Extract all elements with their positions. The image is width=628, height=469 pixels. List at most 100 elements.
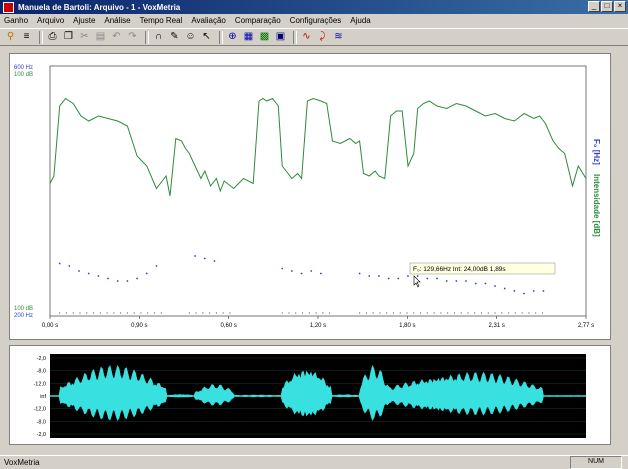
undo-icon[interactable]: ↶ <box>110 31 123 44</box>
status-app-name: VoxMetria <box>4 458 40 467</box>
chart-icon[interactable]: ∿ <box>300 31 313 44</box>
voicing-marker <box>65 312 68 314</box>
left-axis-top-label-1: 600 Hz <box>14 65 33 71</box>
redo-icon[interactable]: ↷ <box>126 31 139 44</box>
f0-point <box>281 267 284 270</box>
status-bar: VoxMetria NUM <box>0 455 628 469</box>
f0-intensity-chart[interactable]: 600 Hz 100 dB 100 dB 200 Hz 0,00 s 0,90 s… <box>10 54 610 339</box>
window-titlebar[interactable]: Manuela de Bartoli: Arquivo - 1 - VoxMet… <box>0 0 628 14</box>
menu-configuracoes[interactable]: Configurações <box>290 16 342 25</box>
paste-icon[interactable]: ▤ <box>94 31 107 44</box>
waveform-y-tick-label: -12,0 <box>33 407 46 413</box>
toolbar-separator <box>219 30 223 44</box>
voicing-marker <box>315 312 317 314</box>
minimize-button[interactable]: _ <box>588 1 600 12</box>
waveform-chart[interactable]: -2,0 -8,0 -12,0 inf -12,0 -8,0 -2,0 <box>10 346 610 444</box>
waveform-panel: -2,0 -8,0 -12,0 inf -12,0 -8,0 -2,0 <box>9 345 611 445</box>
x-tick-label: 1,20 s <box>310 323 326 329</box>
image-icon[interactable]: ▣ <box>274 31 287 44</box>
toolbar: ⚲ ≡ ⎙ ❐ ✂ ▤ ↶ ↷ ∩ ✎ ☺ ↖ ⊕ ▦ ▩ ▣ ∿ ⤸ ≋ <box>0 28 628 46</box>
voicing-marker <box>460 312 462 314</box>
menu-avaliacao[interactable]: Avaliação <box>191 16 226 25</box>
waveform-y-tick-label: -8,0 <box>37 369 46 375</box>
f0-point <box>474 282 477 285</box>
f0-point <box>358 272 361 275</box>
voicing-marker <box>359 312 361 314</box>
waveform-y-tick-label: -2,0 <box>37 356 46 362</box>
graph-icon[interactable]: ▦ <box>242 31 255 44</box>
f0-point <box>523 292 525 295</box>
voicing-marker <box>440 312 442 314</box>
voicing-marker <box>392 312 395 314</box>
voicing-marker <box>419 312 422 314</box>
plot-area <box>49 65 587 317</box>
f0-point <box>407 275 409 277</box>
voicing-marker <box>99 312 101 314</box>
toolbar-separator <box>39 30 43 44</box>
voicing-marker <box>447 312 449 314</box>
voicing-marker <box>487 312 489 314</box>
list-icon[interactable]: ≡ <box>20 31 33 44</box>
voicing-marker <box>113 312 115 314</box>
menu-analise[interactable]: Análise <box>104 16 130 25</box>
intensity-axis-label: Intensidade [dB] <box>592 174 601 237</box>
voicing-marker <box>501 312 503 314</box>
menu-ajuste[interactable]: Ajuste <box>73 16 95 25</box>
voicing-marker <box>467 312 469 314</box>
wave-icon[interactable]: ≋ <box>332 31 345 44</box>
voicing-marker <box>406 312 408 314</box>
waveform-y-tick-label: inf <box>40 394 46 400</box>
close-button[interactable]: × <box>614 1 626 12</box>
f0-point <box>68 265 71 267</box>
cursor-icon[interactable]: ↖ <box>200 31 213 44</box>
left-axis-top-label-2: 100 dB <box>14 72 33 78</box>
open-icon[interactable]: ⚲ <box>4 31 17 44</box>
voicing-marker <box>329 312 331 314</box>
voicing-marker <box>535 312 537 314</box>
x-tick-label: 0,60 s <box>220 323 236 329</box>
voicing-marker <box>521 312 523 314</box>
menu-arquivo[interactable]: Arquivo <box>37 16 64 25</box>
f0-point <box>300 272 303 275</box>
f0-point <box>310 270 313 272</box>
f0-axis-label: F₀ [Hz] <box>592 139 601 165</box>
menu-tempo-real[interactable]: Tempo Real <box>140 16 183 25</box>
cut-icon[interactable]: ✂ <box>78 31 91 44</box>
pencil-icon[interactable]: ✎ <box>168 31 181 44</box>
f0-point <box>378 275 380 277</box>
left-axis-bottom-label-2: 200 Hz <box>14 313 33 319</box>
toolbar-separator <box>145 30 149 44</box>
voicing-marker <box>433 312 435 314</box>
menu-comparacao[interactable]: Comparação <box>235 16 281 25</box>
menu-ajuda[interactable]: Ajuda <box>350 16 370 25</box>
menu-bar: Ganho Arquivo Ajuste Análise Tempo Real … <box>0 14 628 27</box>
menu-ganho[interactable]: Ganho <box>4 16 28 25</box>
voicing-marker <box>160 312 162 314</box>
maximize-button[interactable]: □ <box>601 1 613 12</box>
app-icon <box>3 1 14 13</box>
zoom-icon[interactable]: ⊕ <box>226 31 239 44</box>
voicing-marker <box>188 312 190 314</box>
f0-point <box>126 280 129 282</box>
f0-point <box>387 277 390 280</box>
voicing-marker <box>229 312 231 314</box>
print-icon[interactable]: ⎙ <box>46 31 59 44</box>
curve-icon[interactable]: ⤸ <box>316 31 329 44</box>
table-icon[interactable]: ▩ <box>258 31 271 44</box>
person-icon[interactable]: ☺ <box>184 31 197 44</box>
f0-point <box>194 255 197 257</box>
copy-icon[interactable]: ❐ <box>62 31 75 44</box>
voicing-marker <box>372 312 374 314</box>
pitch-icon[interactable]: ∩ <box>152 31 165 44</box>
x-tick-label: 0,00 s <box>42 323 58 329</box>
f0-point <box>116 280 119 282</box>
waveform-y-ticks: -2,0 -8,0 -12,0 inf -12,0 -8,0 -2,0 <box>33 356 46 438</box>
voicing-marker <box>413 312 415 314</box>
x-tick-label: 2,31 s <box>488 323 504 329</box>
f0-point <box>107 277 109 280</box>
voicing-marker <box>140 312 142 314</box>
f0-point <box>155 265 158 267</box>
x-axis-ticks: 0,00 s 0,90 s 0,60 s 1,20 s 1,80 s 2,31 s 2,77… <box>42 316 594 329</box>
f0-point <box>494 285 496 287</box>
f0-point <box>465 280 467 282</box>
